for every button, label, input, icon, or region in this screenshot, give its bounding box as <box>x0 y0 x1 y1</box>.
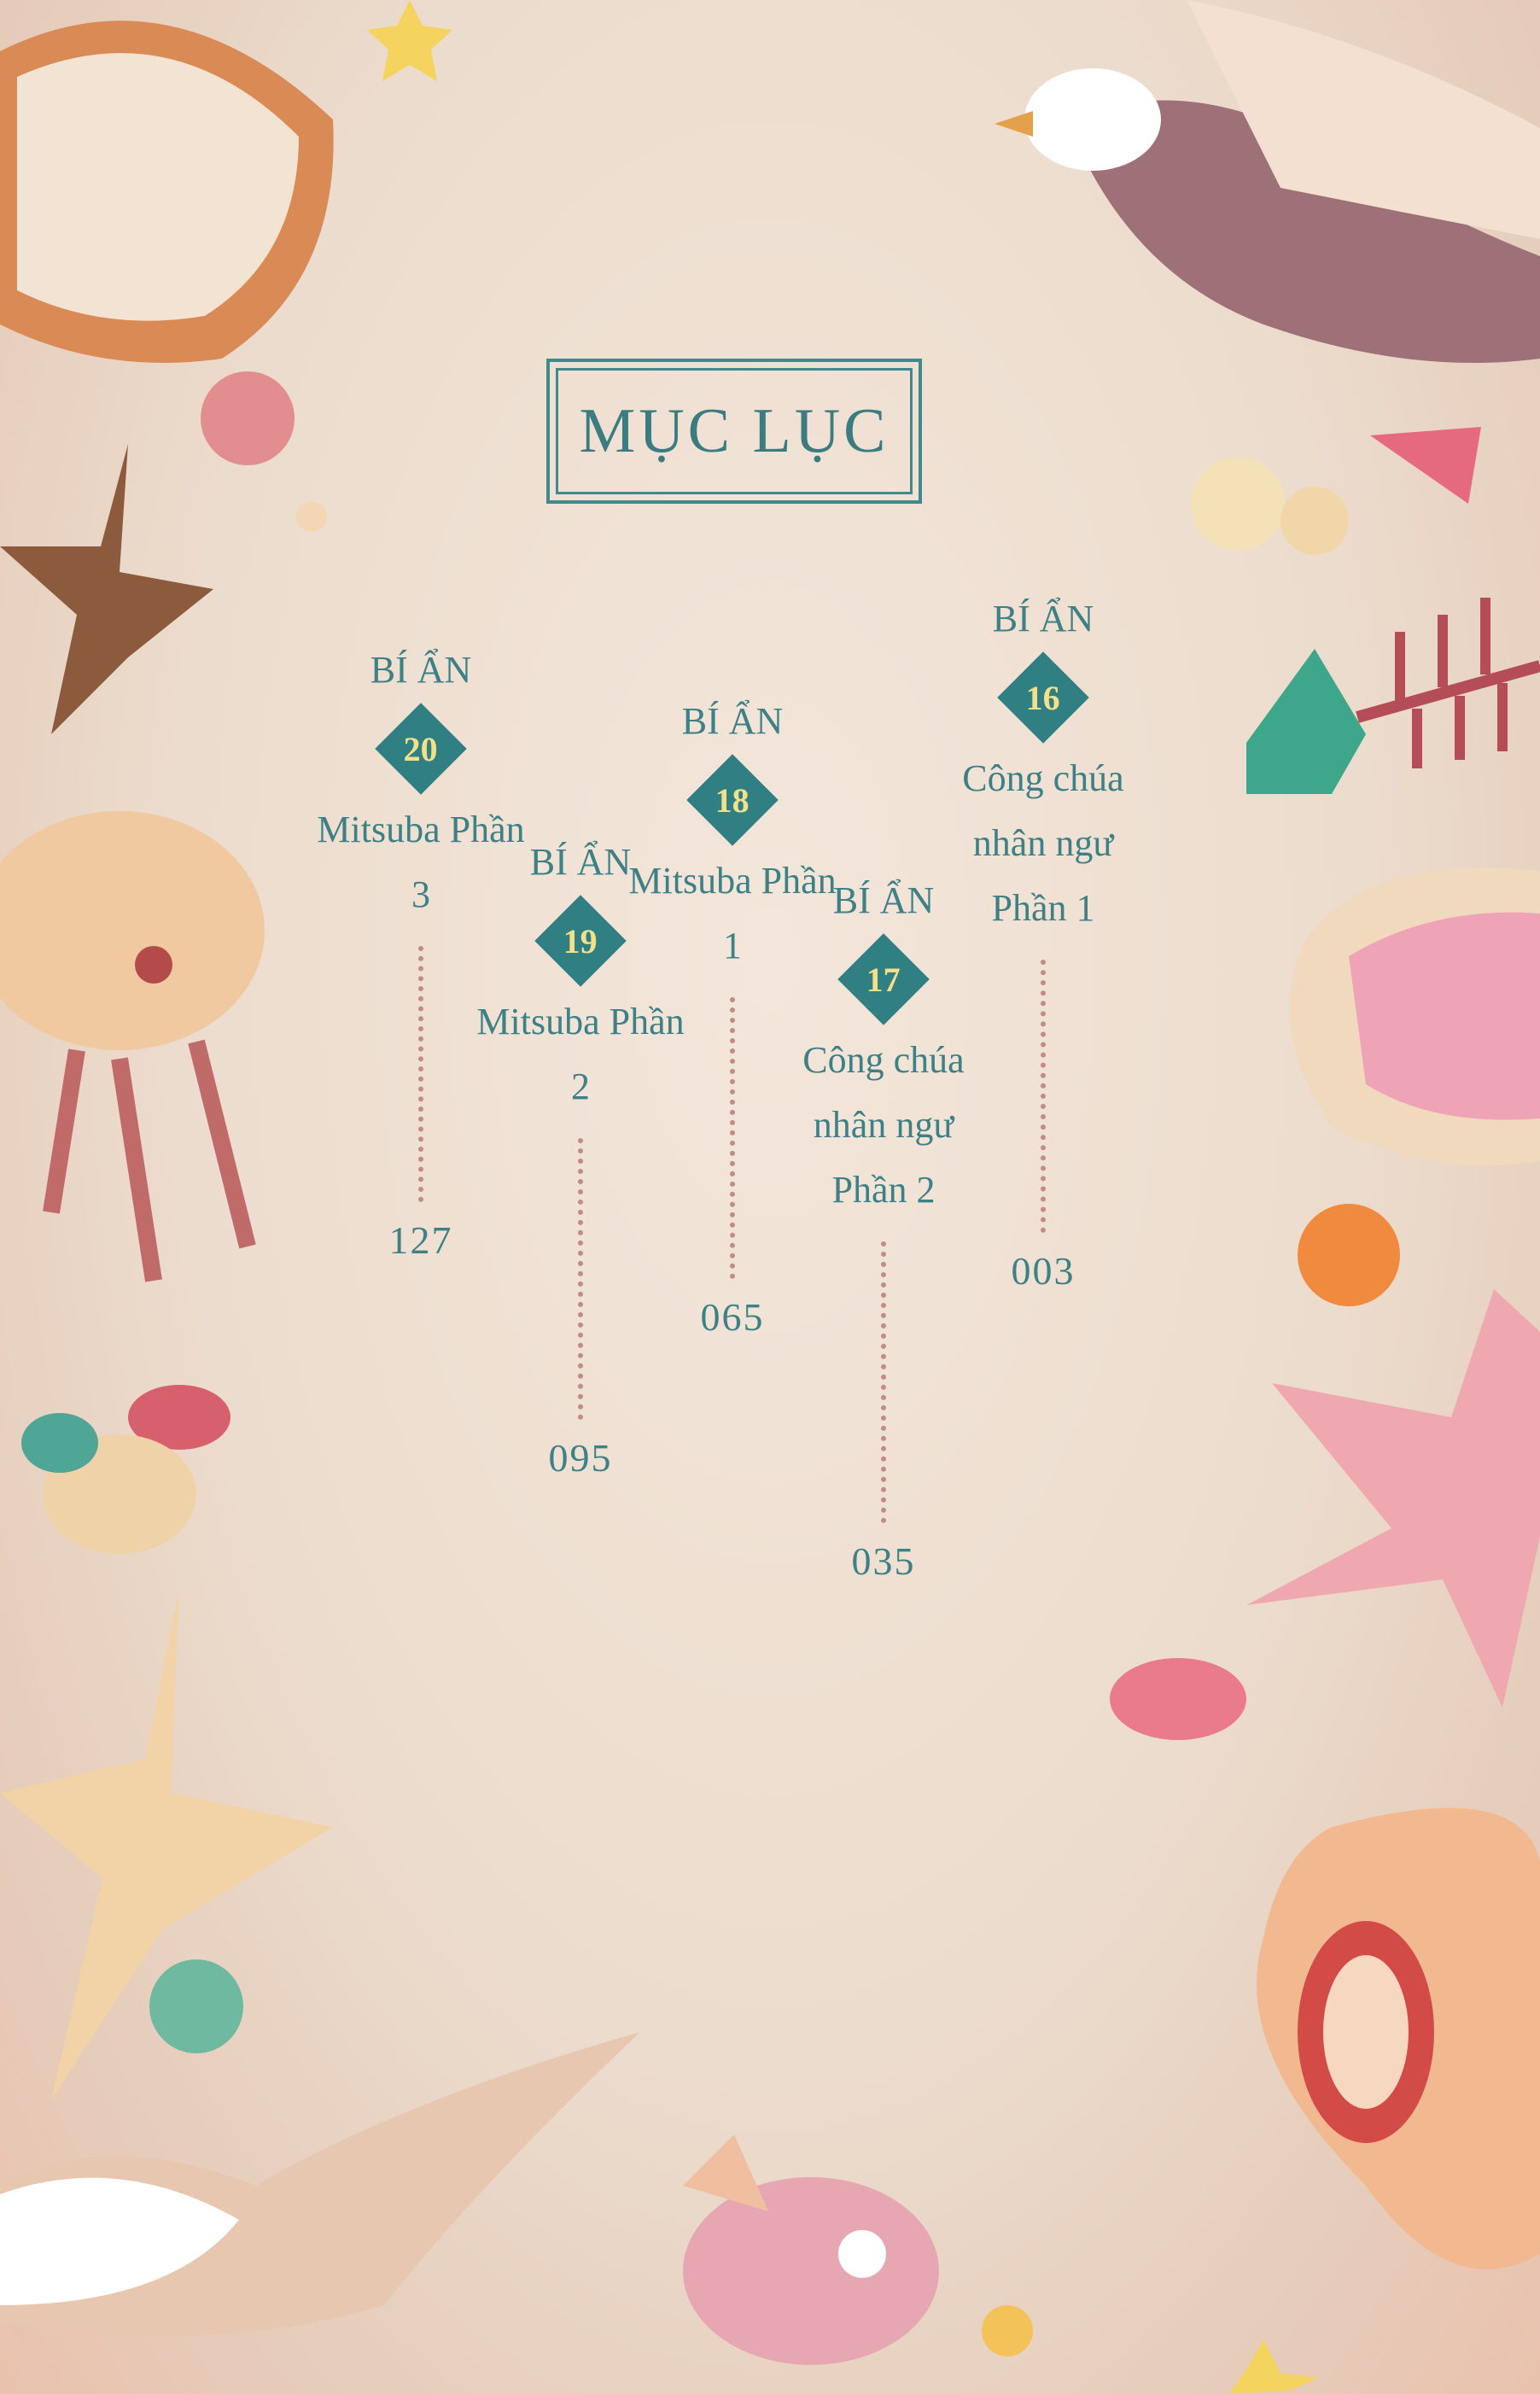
small-shells-icon <box>1191 457 1349 555</box>
seagull-icon-2 <box>995 0 1540 363</box>
entry-label: BÍ ẨN <box>681 700 784 742</box>
page-number: 035 <box>851 1539 916 1583</box>
chapter-number-badge: 16 <box>997 651 1089 744</box>
seagull-icon <box>0 2032 640 2336</box>
chapter-title: Công chúa nhân ngư Phần 1 <box>962 757 1124 929</box>
gem-icon <box>1370 427 1481 504</box>
entry-label: BÍ ẨN <box>992 598 1094 639</box>
dotted-leader <box>578 1138 583 1420</box>
chapter-number-badge: 17 <box>837 933 930 1025</box>
chapter-number-badge: 18 <box>686 754 779 846</box>
shell-cluster-icon <box>21 1385 230 1554</box>
conch-shell-icon <box>1257 1807 1540 2269</box>
scallop-shell-icon <box>0 20 334 364</box>
jellyfish-icon <box>0 811 265 1282</box>
chapter-number-badge: 19 <box>534 895 627 987</box>
fish-bone-icon <box>1246 598 1540 794</box>
starfish-icon-3 <box>1246 1289 1540 1708</box>
dotted-leader <box>881 1241 886 1523</box>
page-number: 003 <box>1011 1249 1076 1293</box>
dotted-leader <box>730 997 735 1279</box>
dotted-leader <box>418 946 423 1202</box>
entry-label: BÍ ẨN <box>370 649 472 691</box>
dotted-leader <box>1041 960 1046 1233</box>
page-title: MỤC LỤC <box>579 395 890 466</box>
ring-icon <box>1110 1658 1246 1740</box>
starfish-icon <box>0 444 213 734</box>
fish-icon <box>683 2134 939 2365</box>
star-icon <box>367 0 452 81</box>
chapter-number-badge: 20 <box>375 703 467 795</box>
scallop-shell-icon-2 <box>1289 867 1540 1165</box>
table-of-contents-heading: MỤC LỤC <box>546 359 922 504</box>
page-number: 095 <box>548 1436 613 1480</box>
pearl-icon <box>201 371 295 465</box>
toc-entry-16[interactable]: BÍ ẨN 16 Công chúa nhân ngư Phần 1 003 <box>932 589 1154 1293</box>
